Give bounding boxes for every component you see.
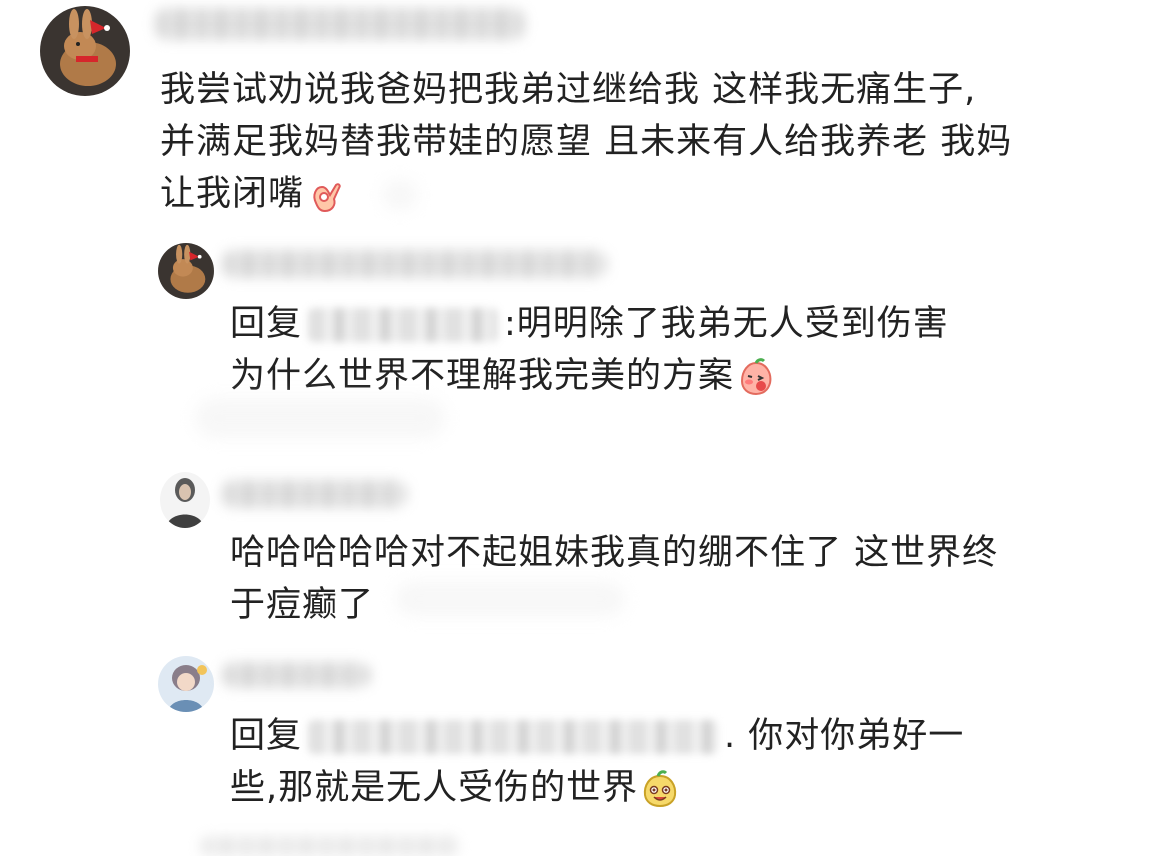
- comment-4-line-2: 些,那就是无人受伤的世界: [230, 768, 639, 808]
- faint-next-item: [200, 836, 460, 856]
- avatar-rabbit-small[interactable]: [158, 243, 214, 299]
- avatar-anime[interactable]: [158, 656, 214, 712]
- comment-4-line-1: . 你对你弟好一: [724, 716, 965, 756]
- faint-icon: [382, 180, 418, 210]
- reply-prefix: 回复: [230, 716, 303, 756]
- comment-3-line-1: 哈哈哈哈哈对不起姐妹我真的绷不住了 这世界终: [230, 533, 999, 573]
- username-blurred: [222, 662, 370, 688]
- comment-2-line-1: :明明除了我弟无人受到伤害: [504, 304, 949, 344]
- avatar-rabbit[interactable]: [40, 6, 130, 96]
- avatar-person[interactable]: [160, 472, 210, 528]
- smiling-face-icon: [640, 769, 680, 809]
- comment-1-line-3: 让我闭嘴: [160, 174, 305, 214]
- mention-blurred[interactable]: [308, 308, 499, 342]
- faint-icon: [395, 582, 625, 616]
- comment-1-line-2: 并满足我妈替我带娃的愿望 且未来有人给我养老 我妈: [160, 122, 1013, 162]
- username-blurred: [155, 8, 525, 40]
- mention-blurred[interactable]: [308, 720, 719, 754]
- faint-reply-area: [195, 398, 445, 438]
- comment-3-text: 哈哈哈哈哈对不起姐妹我真的绷不住了 这世界终 于痘癫了: [230, 527, 998, 631]
- reply-prefix: 回复: [230, 304, 303, 344]
- username-blurred: [222, 480, 407, 508]
- comment-2-text: 回复 :明明除了我弟无人受到伤害 为什么世界不理解我完美的方案: [230, 298, 949, 402]
- blushing-peach-icon: [736, 357, 776, 397]
- username-blurred: [222, 250, 607, 278]
- comment-2-line-2: 为什么世界不理解我完美的方案: [230, 356, 735, 396]
- comment-1-text: 我尝试劝说我爸妈把我弟过继给我 这样我无痛生子, 并满足我妈替我带娃的愿望 且未…: [160, 64, 1012, 220]
- comment-4-text: 回复 . 你对你弟好一 些,那就是无人受伤的世界: [230, 710, 964, 814]
- comment-1-line-1: 我尝试劝说我爸妈把我弟过继给我 这样我无痛生子,: [160, 70, 977, 110]
- ok-hand-icon: [306, 175, 346, 215]
